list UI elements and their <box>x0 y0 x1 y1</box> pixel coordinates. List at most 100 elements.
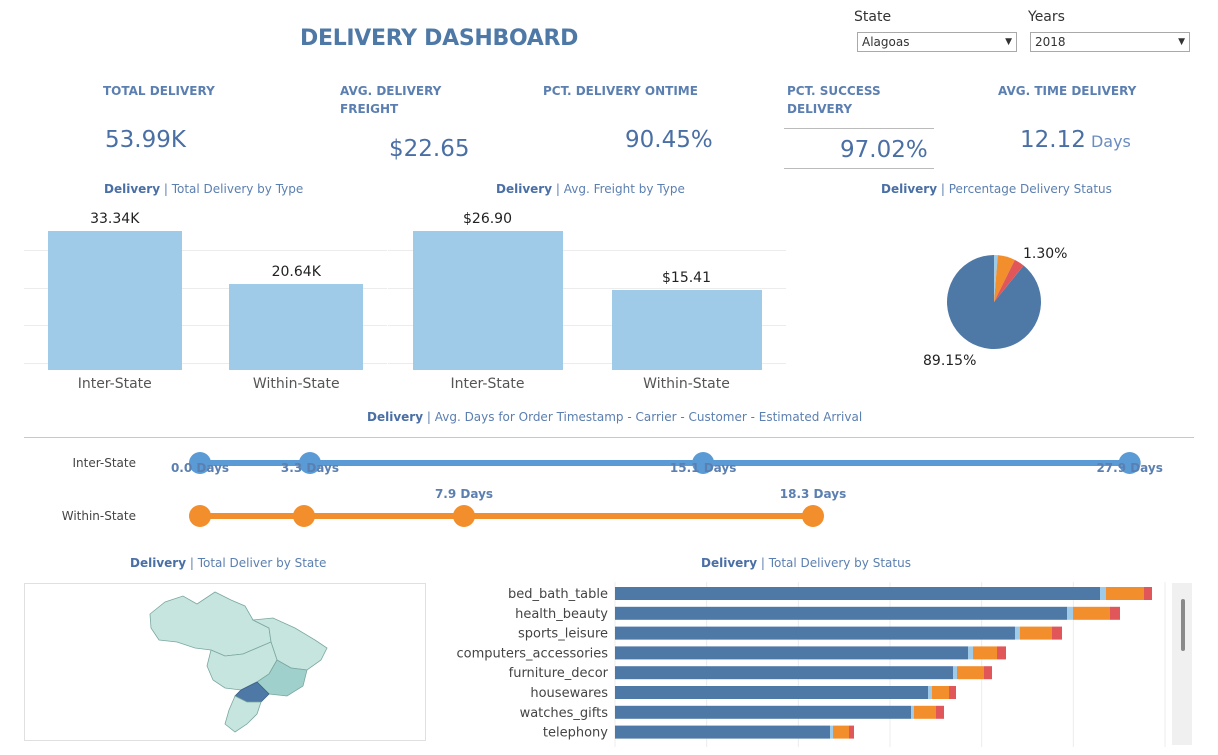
state-select[interactable]: Alagoas ▼ <box>857 32 1017 52</box>
point-marker[interactable] <box>453 505 475 527</box>
series-label: Inter-State <box>73 456 137 470</box>
years-select-value: 2018 <box>1035 35 1066 49</box>
bar-segment[interactable] <box>1015 626 1020 640</box>
category-label: computers_accessories <box>457 646 609 661</box>
kpi-total-delivery-value: 53.99K <box>105 127 186 153</box>
by-status-title: Delivery | Total Delivery by Status <box>701 556 911 570</box>
bar-segment[interactable] <box>615 666 953 680</box>
vertical-scrollbar[interactable] <box>1172 583 1192 745</box>
bar-segment[interactable] <box>1110 606 1120 620</box>
bar-segment[interactable] <box>953 666 957 680</box>
kpi-avg-time: 12.12 Days <box>1020 127 1131 153</box>
bar-segment[interactable] <box>615 705 911 719</box>
kpi-avg-freight-label: AVG. DELIVERY FREIGHT <box>340 84 442 116</box>
category-label: furniture_decor <box>509 666 609 681</box>
by-status-chart: bed_bath_table health_beauty sports_leisur… <box>457 582 1166 747</box>
bar-segment[interactable] <box>849 725 854 739</box>
category-label: health_beauty <box>515 607 608 622</box>
avg-days-chart: Inter-State 0.0 Days 3.3 Days 15.1 Days 27.9… <box>62 452 1163 527</box>
bar-segment[interactable] <box>949 686 956 699</box>
bar-segment[interactable] <box>936 705 944 719</box>
status-pct-title: Delivery | Percentage Delivery Status <box>881 182 1112 196</box>
total-by-type-title: Delivery | Total Delivery by Type <box>104 182 304 196</box>
category-label: Within-State <box>643 376 730 392</box>
bar-segment[interactable] <box>615 606 1067 620</box>
bar-segment[interactable] <box>1144 587 1152 600</box>
years-select[interactable]: 2018 ▼ <box>1030 32 1190 52</box>
point-marker[interactable] <box>189 505 211 527</box>
bar-segment[interactable] <box>911 705 914 719</box>
bar-segment[interactable] <box>957 666 984 680</box>
kpi-divider-top <box>784 128 934 129</box>
point-label: 27.9 Days <box>1096 461 1162 475</box>
bar-segment[interactable] <box>1073 606 1110 620</box>
category-label: watches_gifts <box>520 706 609 721</box>
bar-segment[interactable] <box>615 686 928 699</box>
point-marker[interactable] <box>802 505 824 527</box>
status-pie-chart: 1.30% 89.15% <box>923 246 1067 369</box>
bar-segment[interactable] <box>973 646 997 660</box>
bar-segment[interactable] <box>997 646 1006 660</box>
bar-within-state[interactable] <box>611 290 762 370</box>
chevron-down-icon: ▼ <box>1005 37 1012 47</box>
scrollbar-thumb[interactable] <box>1181 599 1185 651</box>
avg-days-title: Delivery | Avg. Days for Order Timestamp… <box>367 410 863 424</box>
brazil-north-region[interactable] <box>149 591 272 657</box>
category-label: Within-State <box>252 376 340 392</box>
total-by-type-chart: 33.34K Inter-State 20.64K Within-State <box>24 210 387 392</box>
point-label: 7.9 Days <box>435 487 493 501</box>
kpi-total-delivery-label: TOTAL DELIVERY <box>103 84 215 98</box>
kpi-avg-time-value: 12.12 <box>1020 127 1086 153</box>
bar-within-state[interactable] <box>229 284 364 370</box>
freight-by-type-chart: $26.90 Inter-State $15.41 Within-State <box>388 210 786 392</box>
bar-segment[interactable] <box>833 725 849 739</box>
bar-value-label: 20.64K <box>271 264 321 280</box>
kpi-avg-time-label: AVG. TIME DELIVERY <box>998 84 1137 98</box>
bar-segment[interactable] <box>932 686 949 699</box>
bar-segment[interactable] <box>1106 587 1144 600</box>
freight-by-type-title: Delivery | Avg. Freight by Type <box>496 182 685 196</box>
point-label: 18.3 Days <box>780 487 846 501</box>
bar-segment[interactable] <box>928 686 932 699</box>
kpi-pct-ontime-value: 90.45% <box>625 127 713 153</box>
bar-segment[interactable] <box>914 705 936 719</box>
category-label: housewares <box>530 686 608 701</box>
pie-label: 89.15% <box>923 353 976 369</box>
bar-segment[interactable] <box>1100 587 1106 600</box>
bar-segment[interactable] <box>615 646 968 660</box>
kpi-avg-time-unit: Days <box>1090 132 1131 151</box>
bar-segment[interactable] <box>968 646 973 660</box>
state-filter-label: State <box>854 9 892 25</box>
bar-segment[interactable] <box>984 666 992 680</box>
state-select-value: Alagoas <box>862 35 910 49</box>
category-label: bed_bath_table <box>508 587 608 602</box>
bar-segment[interactable] <box>1020 626 1052 640</box>
brazil-map[interactable] <box>25 584 425 740</box>
bar-segment[interactable] <box>1067 606 1073 620</box>
point-label: 3.3 Days <box>281 461 339 475</box>
bar-segment[interactable] <box>830 725 833 739</box>
chevron-down-icon: ▼ <box>1178 37 1185 47</box>
point-label: 0.0 Days <box>171 461 229 475</box>
bar-segment[interactable] <box>1052 626 1062 640</box>
kpi-pct-ontime-label: PCT. DELIVERY ONTIME <box>543 84 698 98</box>
section-divider <box>24 437 1194 438</box>
bar-value-label: 33.34K <box>90 211 140 228</box>
point-marker[interactable] <box>293 505 315 527</box>
dashboard-title: DELIVERY DASHBOARD <box>300 26 579 51</box>
point-label: 15.1 Days <box>670 461 736 475</box>
bar-value-label: $15.41 <box>662 270 711 287</box>
bar-value-label: $26.90 <box>463 210 512 227</box>
bar-segment[interactable] <box>615 587 1100 600</box>
bar-segment[interactable] <box>615 725 830 739</box>
years-filter-label: Years <box>1028 9 1065 25</box>
bar-inter-state[interactable] <box>47 231 182 370</box>
bar-segment[interactable] <box>615 626 1015 640</box>
by-state-title: Delivery | Total Deliver by State <box>130 556 327 570</box>
kpi-pct-success-label: PCT. SUCCESS DELIVERY <box>787 84 881 116</box>
category-label: telephony <box>543 726 608 741</box>
category-label: Inter-State <box>77 376 152 392</box>
brazil-map-frame[interactable] <box>24 583 426 741</box>
bar-inter-state[interactable] <box>412 230 563 370</box>
category-label: Inter-State <box>450 376 525 392</box>
